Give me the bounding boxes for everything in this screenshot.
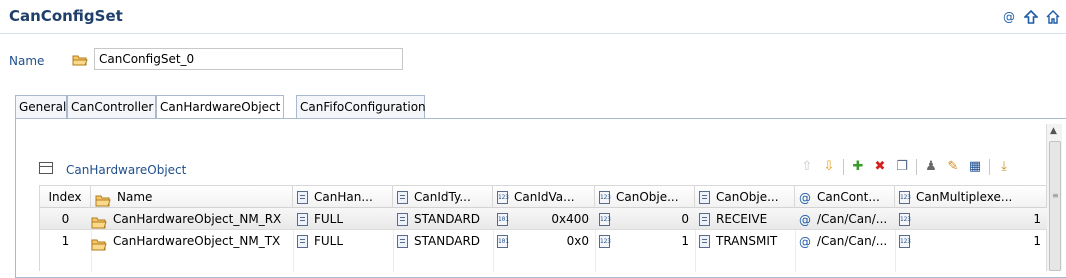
header-divider bbox=[0, 33, 1066, 34]
cell-canidtype: STANDARD bbox=[414, 212, 481, 226]
document-icon bbox=[397, 191, 408, 204]
cell-canhan: FULL bbox=[314, 212, 344, 226]
cell-canobjectid: 1 bbox=[681, 234, 689, 248]
cell-canobjecttype: RECEIVE bbox=[716, 212, 768, 226]
table-row[interactable]: 1 CanHardwareObject_NM_TX FULL STANDARD … bbox=[40, 230, 1047, 252]
tab-general[interactable]: General bbox=[15, 95, 67, 119]
section-title: CanHardwareObject bbox=[66, 163, 187, 177]
col-cancontroller[interactable]: @ CanCont... bbox=[795, 186, 895, 208]
document-icon bbox=[699, 235, 710, 248]
scrollbar-thumb[interactable] bbox=[1049, 141, 1061, 271]
col-name[interactable]: Name bbox=[91, 186, 293, 208]
tab-cancontroller[interactable]: CanController bbox=[67, 95, 156, 119]
duplicate-icon[interactable]: ❐ bbox=[891, 158, 913, 176]
number-icon: 123 bbox=[497, 191, 509, 204]
edit-table-icon[interactable]: ▦ bbox=[964, 158, 986, 176]
move-up-icon[interactable]: ⇧ bbox=[796, 158, 818, 176]
number-icon: 123 bbox=[599, 191, 611, 204]
cell-canidvalue: 0x400 bbox=[551, 212, 589, 226]
arrow-up-icon[interactable] bbox=[1023, 9, 1039, 24]
tab-canhardwareobject[interactable]: CanHardwareObject bbox=[156, 95, 284, 120]
scroll-grip-icon: ≡ bbox=[1052, 191, 1059, 200]
tab-bar: General CanController CanHardwareObject … bbox=[15, 95, 1066, 120]
cell-canmultiplexed: 1 bbox=[1033, 212, 1041, 226]
header-toolbar: @ bbox=[1002, 9, 1060, 24]
cell-canmultiplexed: 1 bbox=[1033, 234, 1041, 248]
cell-cancontroller: /Can/Can/... bbox=[817, 212, 888, 226]
cell-canobjecttype: TRANSMIT bbox=[716, 234, 778, 248]
edit-icon[interactable]: ✎ bbox=[942, 158, 964, 176]
add-icon[interactable]: ✚ bbox=[847, 158, 869, 176]
table-row[interactable]: 0 CanHardwareObject_NM_RX FULL STANDARD … bbox=[40, 208, 1047, 230]
page-title: CanConfigSet bbox=[9, 7, 123, 25]
cell-name: CanHardwareObject_NM_TX bbox=[113, 234, 281, 248]
document-icon bbox=[699, 191, 710, 204]
home-icon[interactable] bbox=[1046, 10, 1060, 24]
cell-canidvalue: 0x0 bbox=[566, 234, 589, 248]
document-icon bbox=[297, 213, 308, 226]
tab-canfifoconfiguration[interactable]: CanFifoConfiguration bbox=[296, 95, 426, 119]
name-label: Name bbox=[9, 54, 45, 68]
at-icon: @ bbox=[799, 234, 811, 249]
col-index[interactable]: Index bbox=[40, 186, 91, 208]
document-icon bbox=[297, 191, 308, 204]
document-icon bbox=[397, 213, 408, 226]
folder-icon bbox=[72, 54, 88, 67]
table-icon bbox=[39, 162, 53, 174]
cell-index: 1 bbox=[61, 234, 70, 248]
col-canidvalue[interactable]: 123 CanIdVa... bbox=[493, 186, 595, 208]
move-down-icon[interactable]: ⇩ bbox=[818, 158, 840, 176]
document-icon bbox=[397, 235, 408, 248]
user-icon[interactable]: ♟ bbox=[920, 158, 942, 176]
table-header-row: Index Name CanHan... CanIdTy... 123 CanId… bbox=[40, 186, 1047, 208]
folder-icon bbox=[91, 214, 107, 228]
name-input[interactable] bbox=[94, 48, 403, 70]
document-icon bbox=[699, 213, 710, 226]
at-icon[interactable]: @ bbox=[1002, 10, 1016, 24]
col-canobjectid[interactable]: 123 CanObje... bbox=[595, 186, 695, 208]
table-toolbar: ⇧ ⇩ ✚ ✖ ❐ ♟ ✎ ▦ ⤓ bbox=[796, 158, 1015, 176]
col-canmultiplexed[interactable]: 123 CanMultiplexe... bbox=[895, 186, 1047, 208]
cell-canobjectid: 0 bbox=[681, 212, 689, 226]
cell-canidtype: STANDARD bbox=[414, 234, 481, 248]
at-icon: @ bbox=[799, 212, 811, 227]
col-canobjecttype[interactable]: CanObje... bbox=[695, 186, 795, 208]
cell-canhan: FULL bbox=[314, 234, 344, 248]
scroll-up-icon[interactable]: ▲ bbox=[1050, 126, 1057, 136]
cell-index: 0 bbox=[61, 212, 70, 226]
vertical-scrollbar[interactable]: ▲ ≡ bbox=[1046, 124, 1062, 271]
hardware-object-table: Index Name CanHan... CanIdTy... 123 CanId… bbox=[39, 185, 1047, 272]
col-canhan[interactable]: CanHan... bbox=[293, 186, 393, 208]
document-icon bbox=[297, 235, 308, 248]
export-icon[interactable]: ⤓ bbox=[993, 158, 1015, 176]
cell-name: CanHardwareObject_NM_RX bbox=[113, 212, 282, 226]
cell-cancontroller: /Can/Can/... bbox=[817, 234, 888, 248]
delete-icon[interactable]: ✖ bbox=[869, 158, 891, 176]
col-canidtype[interactable]: CanIdTy... bbox=[393, 186, 493, 208]
folder-icon bbox=[91, 236, 107, 250]
number-icon: 123 bbox=[899, 191, 911, 204]
folder-icon bbox=[95, 192, 111, 206]
at-icon: @ bbox=[799, 190, 811, 205]
